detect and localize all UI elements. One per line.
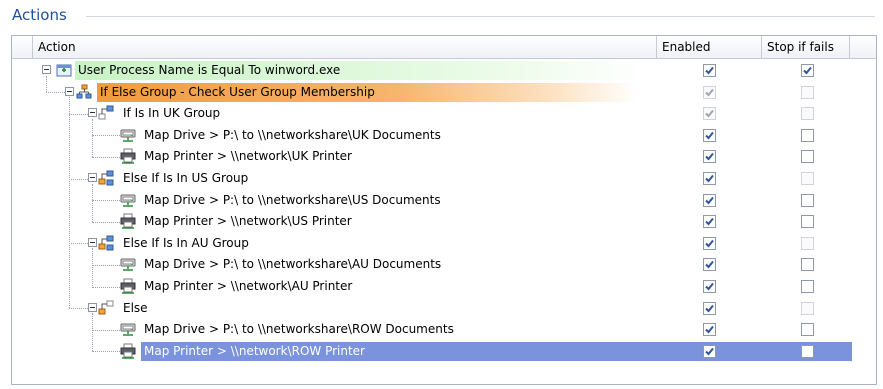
printer-icon — [120, 148, 136, 165]
stop-if-fails-checkbox — [801, 236, 814, 250]
stop-if-fails-checkbox[interactable] — [801, 64, 814, 77]
printer-icon — [120, 278, 136, 294]
enabled-checkbox[interactable] — [703, 64, 716, 77]
enabled-checkbox[interactable] — [703, 172, 716, 185]
collapse-toggle-icon[interactable] — [65, 86, 74, 96]
map-drive-icon — [120, 127, 136, 143]
printer-icon — [120, 213, 136, 229]
stop-if-fails-checkbox[interactable] — [801, 344, 814, 358]
action-label: User Process Name is Equal To winword.ex… — [75, 61, 647, 80]
tree-row-user-process-name-is-equal-to-winword-exe[interactable]: User Process Name is Equal To winword.ex… — [12, 60, 876, 81]
else-if-branch-icon — [98, 170, 114, 186]
action-label: Else If Is In US Group — [123, 171, 249, 185]
stop-if-fails-checkbox[interactable] — [801, 193, 814, 207]
tree-row-map-drive-p-to-networkshare-us-documents[interactable]: Map Drive > P:\ to \\networkshare\US Doc… — [12, 190, 876, 211]
column-header-enabled[interactable]: Enabled — [657, 36, 762, 58]
action-label: Map Drive > P:\ to \\networkshare\UK Doc… — [144, 127, 441, 142]
grid-header: Action Enabled Stop if fails — [12, 36, 876, 59]
stop-if-fails-checkbox[interactable] — [801, 128, 814, 142]
stop-if-fails-checkbox — [801, 107, 814, 121]
tree-row-map-printer-network-us-printer[interactable]: Map Printer > \\network\US Printer — [12, 211, 876, 232]
collapse-toggle-icon[interactable] — [88, 237, 97, 247]
stop-if-fails-checkbox — [801, 172, 814, 185]
action-label: Map Printer > \\network\ROW Printer — [141, 341, 365, 361]
enabled-checkbox[interactable] — [703, 236, 716, 250]
tree-row-map-printer-network-uk-printer[interactable]: Map Printer > \\network\UK Printer — [12, 146, 876, 167]
row-selector-header[interactable] — [12, 36, 33, 58]
action-label: Map Printer > \\network\UK Printer — [144, 149, 352, 164]
enabled-checkbox[interactable] — [703, 193, 716, 207]
enabled-checkbox[interactable] — [703, 344, 716, 358]
tree-row-map-printer-network-au-printer[interactable]: Map Printer > \\network\AU Printer — [12, 276, 876, 297]
action-label: Else — [123, 300, 148, 315]
tree-row-else[interactable]: Else — [12, 298, 876, 319]
column-header-action[interactable]: Action — [33, 36, 657, 58]
stop-if-fails-checkbox[interactable] — [801, 280, 814, 293]
collapse-toggle-icon[interactable] — [88, 173, 97, 182]
section-title: Actions — [12, 6, 67, 24]
action-label: If Else Group - Check User Group Members… — [97, 82, 637, 102]
if-else-group-icon — [76, 84, 92, 100]
action-label: Map Drive > P:\ to \\networkshare\US Doc… — [144, 192, 441, 207]
action-label: Else If Is In AU Group — [123, 235, 249, 250]
action-label: Map Drive > P:\ to \\networkshare\ROW Do… — [144, 322, 454, 337]
enabled-checkbox — [703, 85, 716, 99]
action-label: Map Printer > \\network\AU Printer — [144, 279, 353, 293]
tree-row-map-drive-p-to-networkshare-au-documents[interactable]: Map Drive > P:\ to \\networkshare\AU Doc… — [12, 254, 876, 275]
stop-if-fails-checkbox[interactable] — [801, 323, 814, 337]
if-branch-icon — [98, 105, 114, 121]
enabled-checkbox[interactable] — [703, 128, 716, 142]
map-drive-icon — [120, 321, 136, 337]
enabled-checkbox[interactable] — [703, 215, 716, 229]
action-label: Map Drive > P:\ to \\networkshare\AU Doc… — [144, 257, 442, 272]
tree-row-map-drive-p-to-networkshare-uk-documents[interactable]: Map Drive > P:\ to \\networkshare\UK Doc… — [12, 125, 876, 146]
process-condition-icon — [56, 62, 72, 78]
stop-if-fails-checkbox[interactable] — [801, 150, 814, 164]
enabled-checkbox[interactable] — [703, 280, 716, 293]
tree-row-if-else-group-check-user-group-membership[interactable]: If Else Group - Check User Group Members… — [12, 82, 876, 103]
collapse-toggle-icon[interactable] — [88, 108, 97, 118]
column-header-filler — [850, 36, 876, 58]
stop-if-fails-checkbox[interactable] — [801, 215, 814, 229]
actions-grid[interactable]: Action Enabled Stop if fails User Proces… — [11, 35, 877, 385]
tree-row-else-if-is-in-us-group[interactable]: Else If Is In US Group — [12, 168, 876, 189]
tree-row-map-drive-p-to-networkshare-row-documents[interactable]: Map Drive > P:\ to \\networkshare\ROW Do… — [12, 319, 876, 340]
collapse-toggle-icon[interactable] — [42, 65, 51, 74]
tree-row-map-printer-network-row-printer[interactable]: Map Printer > \\network\ROW Printer — [12, 341, 876, 362]
else-branch-icon — [98, 300, 114, 316]
enabled-checkbox[interactable] — [703, 258, 716, 272]
stop-if-fails-checkbox — [801, 85, 814, 99]
section-divider — [86, 16, 875, 17]
column-header-stop-if-fails[interactable]: Stop if fails — [762, 36, 850, 58]
enabled-checkbox — [703, 107, 716, 121]
action-label: If Is In UK Group — [123, 106, 221, 121]
collapse-toggle-icon[interactable] — [88, 302, 97, 312]
action-label: Map Printer > \\network\US Printer — [144, 214, 352, 229]
stop-if-fails-checkbox — [801, 301, 814, 315]
stop-if-fails-checkbox[interactable] — [801, 258, 814, 272]
tree-row-if-is-in-uk-group[interactable]: If Is In UK Group — [12, 103, 876, 124]
map-drive-icon — [120, 192, 136, 208]
enabled-checkbox[interactable] — [703, 301, 716, 315]
else-if-branch-icon — [98, 235, 114, 251]
tree-row-else-if-is-in-au-group[interactable]: Else If Is In AU Group — [12, 233, 876, 254]
printer-icon — [120, 343, 136, 359]
enabled-checkbox[interactable] — [703, 150, 716, 164]
enabled-checkbox[interactable] — [703, 323, 716, 337]
map-drive-icon — [120, 256, 136, 272]
